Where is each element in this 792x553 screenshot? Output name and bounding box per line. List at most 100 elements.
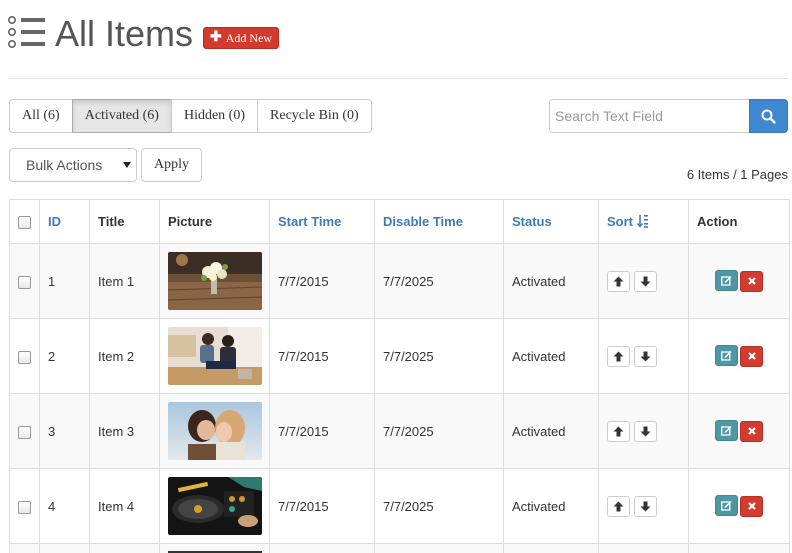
plus-icon: ✚ (210, 30, 222, 45)
row-status: Activated (503, 468, 599, 544)
arrow-up-icon (613, 351, 624, 361)
header-id[interactable]: ID (39, 199, 90, 244)
row-sort-cell (598, 318, 689, 394)
header-sort[interactable]: Sort (598, 199, 689, 244)
bulk-actions-select[interactable]: Bulk Actions (9, 148, 137, 182)
item-picture (168, 252, 262, 310)
row-start-time (269, 543, 375, 553)
close-icon (747, 352, 756, 361)
sort-numeric-icon (636, 215, 648, 228)
row-status (503, 543, 599, 553)
row-sort-cell (598, 468, 689, 544)
delete-button[interactable] (740, 420, 763, 442)
select-all-checkbox[interactable] (18, 216, 31, 230)
row-start-time: 7/7/2015 (269, 243, 375, 319)
row-picture-cell (159, 543, 270, 553)
edit-button[interactable] (715, 420, 738, 442)
move-up-button[interactable] (607, 495, 630, 517)
arrow-down-icon (640, 276, 651, 286)
row-disable-time: 7/7/2025 (374, 318, 504, 394)
search-input[interactable] (549, 99, 749, 133)
close-icon (747, 427, 756, 436)
row-checkbox[interactable] (18, 350, 31, 364)
header-status[interactable]: Status (503, 199, 599, 244)
edit-icon (721, 276, 732, 286)
row-select-cell (9, 393, 40, 469)
move-down-button[interactable] (634, 495, 657, 517)
row-select-cell (9, 468, 40, 544)
edit-button[interactable] (715, 345, 738, 367)
delete-button[interactable] (740, 270, 763, 292)
arrow-up-icon (613, 276, 624, 286)
header-disable-time[interactable]: Disable Time (374, 199, 504, 244)
filter-recycle-bin-button[interactable]: Recycle Bin (0) (257, 99, 372, 133)
row-picture-cell (159, 468, 270, 544)
row-picture-cell (159, 393, 270, 469)
move-up-button[interactable] (607, 345, 630, 367)
close-icon (747, 502, 756, 511)
move-up-button[interactable] (607, 420, 630, 442)
row-checkbox[interactable] (18, 425, 31, 439)
row-picture-cell (159, 318, 270, 394)
move-up-button[interactable] (607, 270, 630, 292)
add-new-button[interactable]: ✚ Add New (203, 27, 280, 49)
row-disable-time: 7/7/2025 (374, 393, 504, 469)
row-status: Activated (503, 318, 599, 394)
table-row (9, 543, 790, 553)
row-sort-cell (598, 393, 689, 469)
row-action-cell (688, 393, 790, 469)
row-action-cell (688, 318, 790, 394)
edit-button[interactable] (715, 270, 738, 292)
row-id: 2 (39, 318, 90, 394)
table-row: 1 Item 1 7/7/2015 7/7/2025 Activated (9, 243, 790, 319)
arrow-down-icon (640, 351, 651, 361)
filter-activated-button[interactable]: Activated (6) (71, 99, 172, 133)
row-id: 1 (39, 243, 90, 319)
arrow-down-icon (640, 501, 651, 511)
edit-icon (721, 501, 732, 511)
row-start-time: 7/7/2015 (269, 393, 375, 469)
edit-button[interactable] (715, 495, 738, 517)
row-action-cell (688, 243, 790, 319)
apply-button[interactable]: Apply (141, 148, 202, 182)
header-start-time[interactable]: Start Time (269, 199, 375, 244)
row-checkbox[interactable] (18, 500, 31, 514)
filter-all-button[interactable]: All (6) (9, 99, 73, 133)
close-icon (747, 277, 756, 286)
filter-hidden-button[interactable]: Hidden (0) (170, 99, 259, 133)
table-row: 2 Item 2 7/7/2015 7/7/2025 Activated (9, 318, 790, 394)
header-action: Action (688, 199, 790, 244)
row-select-cell (9, 543, 40, 553)
row-start-time: 7/7/2015 (269, 318, 375, 394)
arrow-up-icon (613, 501, 624, 511)
item-picture (168, 327, 262, 385)
move-down-button[interactable] (634, 345, 657, 367)
row-start-time: 7/7/2015 (269, 468, 375, 544)
header-picture: Picture (159, 199, 270, 244)
edit-icon (721, 426, 732, 436)
delete-button[interactable] (740, 345, 763, 367)
page-title: All Items (55, 13, 194, 54)
list-icon (8, 16, 45, 48)
filter-tabs: All (6) Activated (6) Hidden (0) Recycle… (9, 99, 372, 133)
row-id (39, 543, 90, 553)
search-button[interactable] (749, 99, 788, 133)
arrow-up-icon (613, 426, 624, 436)
page-header: All Items ✚ Add New (8, 12, 788, 56)
row-disable-time: 7/7/2025 (374, 468, 504, 544)
arrow-down-icon (640, 426, 651, 436)
delete-button[interactable] (740, 495, 763, 517)
row-status: Activated (503, 243, 599, 319)
row-checkbox[interactable] (18, 275, 31, 289)
header-sort-label: Sort (607, 214, 633, 229)
search-icon (761, 109, 776, 124)
row-disable-time: 7/7/2025 (374, 243, 504, 319)
row-title: Item 3 (89, 393, 160, 469)
move-down-button[interactable] (634, 420, 657, 442)
move-down-button[interactable] (634, 270, 657, 292)
table-row: 4 Item 4 7/7/2015 7/7/2025 Activated (9, 468, 790, 544)
row-title: Item 2 (89, 318, 160, 394)
row-sort-cell (598, 243, 689, 319)
row-picture-cell (159, 243, 270, 319)
row-disable-time (374, 543, 504, 553)
